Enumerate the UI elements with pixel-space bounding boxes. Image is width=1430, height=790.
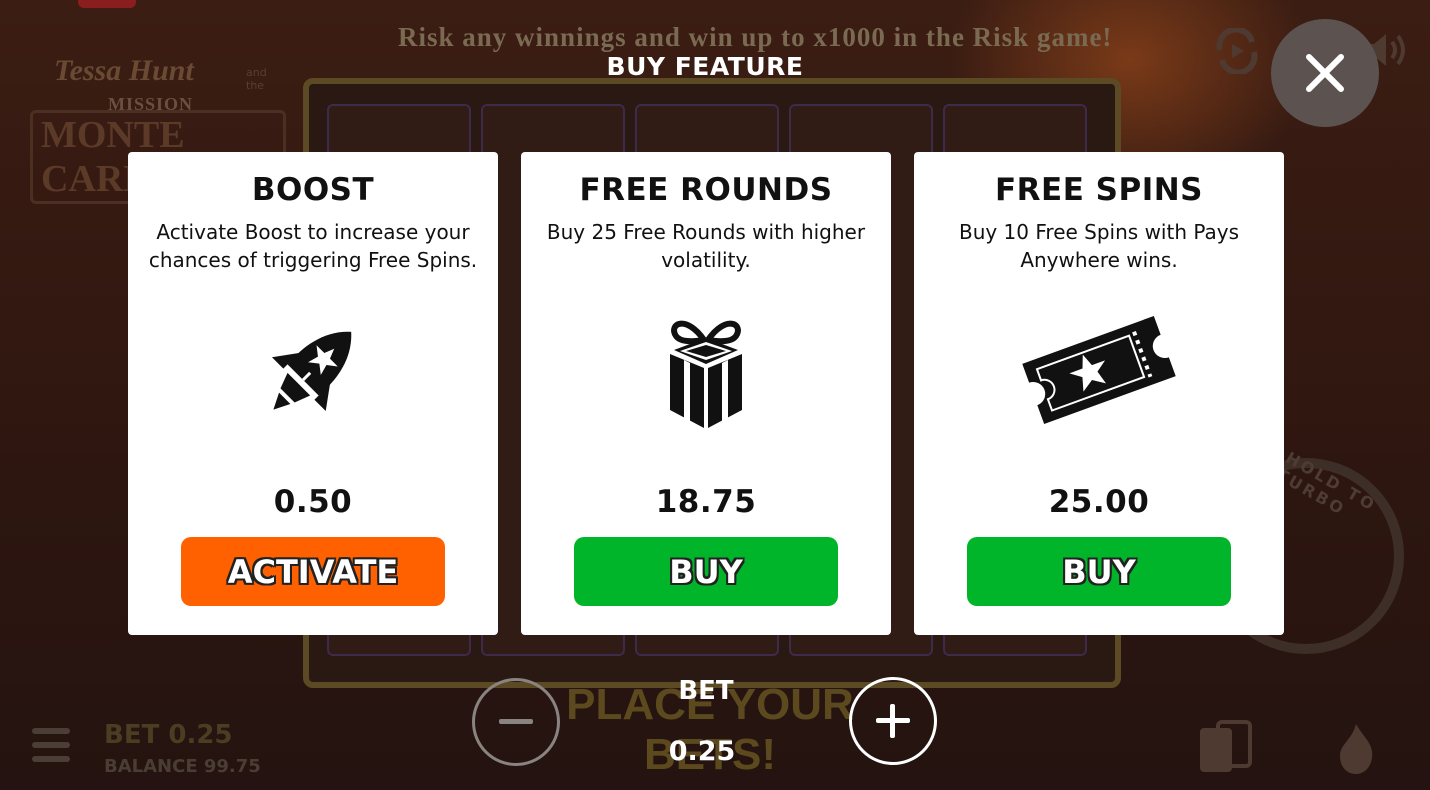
- ticket-icon: [1022, 315, 1176, 425]
- card-description: Buy 25 Free Rounds with higher volatilit…: [546, 220, 866, 272]
- bet-line: BET 0.25: [104, 720, 233, 750]
- top-badge: [78, 0, 136, 8]
- promo-banner: Risk any winnings and win up to x1000 in…: [398, 22, 1113, 52]
- card-description: Buy 10 Free Spins with Pays Anywhere win…: [958, 220, 1240, 272]
- paytable-icon[interactable]: [1196, 718, 1256, 778]
- card-price: 25.00: [1048, 484, 1150, 520]
- activate-button[interactable]: ACTIVATE: [181, 537, 445, 606]
- close-icon: [1306, 54, 1344, 92]
- bet-label: BET: [678, 676, 734, 706]
- minus-icon: [499, 719, 533, 724]
- plus-icon: [876, 704, 910, 738]
- card-free-rounds: FREE ROUNDS Buy 25 Free Rounds with high…: [521, 152, 891, 635]
- menu-icon[interactable]: [32, 728, 70, 770]
- buy-free-spins-button[interactable]: BUY: [967, 537, 1231, 606]
- card-title: BOOST: [251, 172, 375, 208]
- card-title: FREE SPINS: [994, 172, 1204, 208]
- card-boost: BOOST Activate Boost to increase your ch…: [128, 152, 498, 635]
- card-title: FREE ROUNDS: [579, 172, 833, 208]
- flame-icon[interactable]: [1334, 722, 1378, 776]
- close-button[interactable]: [1271, 19, 1379, 127]
- bet-stats: BET 0.25 BALANCE 99.75: [104, 720, 261, 777]
- card-description: Activate Boost to increase your chances …: [148, 220, 478, 272]
- gift-icon: [670, 320, 742, 428]
- bet-value: 0.25: [668, 736, 736, 767]
- decrease-bet-button[interactable]: [472, 678, 560, 766]
- buy-free-rounds-button[interactable]: BUY: [574, 537, 838, 606]
- rocket-icon: [271, 331, 352, 412]
- card-price: 0.50: [273, 484, 353, 520]
- balance-line: BALANCE 99.75: [104, 756, 261, 777]
- increase-bet-button[interactable]: [849, 677, 937, 765]
- card-free-spins: FREE SPINS Buy 10 Free Spins with Pays A…: [914, 152, 1284, 635]
- card-price: 18.75: [655, 484, 757, 520]
- dialog-title: BUY FEATURE: [606, 52, 804, 81]
